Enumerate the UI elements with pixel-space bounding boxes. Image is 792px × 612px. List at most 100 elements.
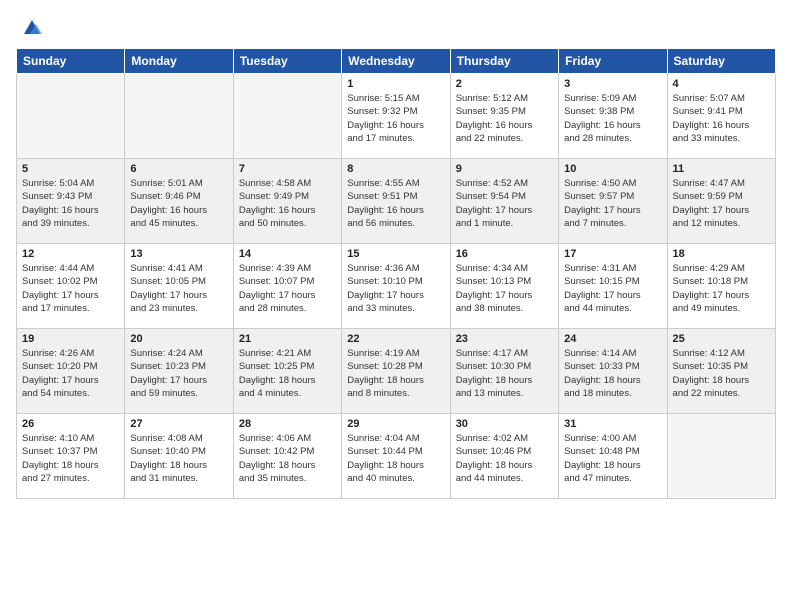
- calendar-cell: [125, 74, 233, 159]
- calendar-cell: 26 Sunrise: 4:10 AM Sunset: 10:37 PM Dayl…: [17, 414, 125, 499]
- day-info: Sunrise: 5:01 AM Sunset: 9:46 PM Dayligh…: [130, 177, 227, 230]
- day-number: 23: [456, 333, 553, 345]
- day-info: Sunrise: 4:17 AM Sunset: 10:30 PM Daylig…: [456, 347, 553, 400]
- day-info: Sunrise: 4:12 AM Sunset: 10:35 PM Daylig…: [673, 347, 770, 400]
- day-info: Sunrise: 4:14 AM Sunset: 10:33 PM Daylig…: [564, 347, 661, 400]
- calendar-cell: 12 Sunrise: 4:44 AM Sunset: 10:02 PM Dayl…: [17, 244, 125, 329]
- day-info: Sunrise: 4:55 AM Sunset: 9:51 PM Dayligh…: [347, 177, 444, 230]
- day-header-thursday: Thursday: [450, 49, 558, 74]
- day-info: Sunrise: 4:24 AM Sunset: 10:23 PM Daylig…: [130, 347, 227, 400]
- calendar-cell: 8 Sunrise: 4:55 AM Sunset: 9:51 PM Daylig…: [342, 159, 450, 244]
- day-number: 28: [239, 418, 336, 430]
- calendar-cell: 18Sunrise: 4:29 AM Sunset: 10:18 PM Dayl…: [667, 244, 775, 329]
- day-number: 24: [564, 333, 661, 345]
- calendar-cell: 21 Sunrise: 4:21 AM Sunset: 10:25 PM Dayl…: [233, 329, 341, 414]
- calendar-cell: 17 Sunrise: 4:31 AM Sunset: 10:15 PM Dayl…: [559, 244, 667, 329]
- day-info: Sunrise: 4:10 AM Sunset: 10:37 PM Daylig…: [22, 432, 119, 485]
- page-header: [16, 16, 776, 40]
- calendar-cell: 11Sunrise: 4:47 AM Sunset: 9:59 PM Dayli…: [667, 159, 775, 244]
- calendar-header-row: SundayMondayTuesdayWednesdayThursdayFrid…: [17, 49, 776, 74]
- day-info: Sunrise: 4:50 AM Sunset: 9:57 PM Dayligh…: [564, 177, 661, 230]
- day-info: Sunrise: 4:02 AM Sunset: 10:46 PM Daylig…: [456, 432, 553, 485]
- day-info: Sunrise: 4:47 AM Sunset: 9:59 PM Dayligh…: [673, 177, 770, 230]
- day-header-wednesday: Wednesday: [342, 49, 450, 74]
- day-header-monday: Monday: [125, 49, 233, 74]
- day-number: 10: [564, 163, 661, 175]
- day-number: 22: [347, 333, 444, 345]
- week-row-1: 1 Sunrise: 5:15 AM Sunset: 9:32 PM Daylig…: [17, 74, 776, 159]
- day-header-sunday: Sunday: [17, 49, 125, 74]
- calendar-cell: 10 Sunrise: 4:50 AM Sunset: 9:57 PM Dayli…: [559, 159, 667, 244]
- calendar-cell: 31 Sunrise: 4:00 AM Sunset: 10:48 PM Dayl…: [559, 414, 667, 499]
- logo: [16, 16, 44, 40]
- calendar-cell: 4Sunrise: 5:07 AM Sunset: 9:41 PM Daylig…: [667, 74, 775, 159]
- day-header-saturday: Saturday: [667, 49, 775, 74]
- day-number: 14: [239, 248, 336, 260]
- day-number: 3: [564, 78, 661, 90]
- calendar-cell: 13 Sunrise: 4:41 AM Sunset: 10:05 PM Dayl…: [125, 244, 233, 329]
- day-header-tuesday: Tuesday: [233, 49, 341, 74]
- calendar-cell: 7Sunrise: 4:58 AM Sunset: 9:49 PM Daylig…: [233, 159, 341, 244]
- day-number: 20: [130, 333, 227, 345]
- calendar-cell: 24 Sunrise: 4:14 AM Sunset: 10:33 PM Dayl…: [559, 329, 667, 414]
- day-number: 17: [564, 248, 661, 260]
- calendar-cell: 3 Sunrise: 5:09 AM Sunset: 9:38 PM Daylig…: [559, 74, 667, 159]
- day-info: Sunrise: 4:52 AM Sunset: 9:54 PM Dayligh…: [456, 177, 553, 230]
- logo-icon: [20, 16, 44, 40]
- day-info: Sunrise: 4:34 AM Sunset: 10:13 PM Daylig…: [456, 262, 553, 315]
- calendar-cell: 27Sunrise: 4:08 AM Sunset: 10:40 PM Dayl…: [125, 414, 233, 499]
- day-info: Sunrise: 4:44 AM Sunset: 10:02 PM Daylig…: [22, 262, 119, 315]
- week-row-5: 26 Sunrise: 4:10 AM Sunset: 10:37 PM Dayl…: [17, 414, 776, 499]
- day-number: 7: [239, 163, 336, 175]
- day-number: 25: [673, 333, 770, 345]
- calendar-cell: 29 Sunrise: 4:04 AM Sunset: 10:44 PM Dayl…: [342, 414, 450, 499]
- day-number: 2: [456, 78, 553, 90]
- day-number: 13: [130, 248, 227, 260]
- day-info: Sunrise: 5:04 AM Sunset: 9:43 PM Dayligh…: [22, 177, 119, 230]
- day-number: 19: [22, 333, 119, 345]
- day-info: Sunrise: 4:21 AM Sunset: 10:25 PM Daylig…: [239, 347, 336, 400]
- day-number: 29: [347, 418, 444, 430]
- calendar-cell: 9 Sunrise: 4:52 AM Sunset: 9:54 PM Daylig…: [450, 159, 558, 244]
- calendar-cell: 28 Sunrise: 4:06 AM Sunset: 10:42 PM Dayl…: [233, 414, 341, 499]
- calendar-cell: 16 Sunrise: 4:34 AM Sunset: 10:13 PM Dayl…: [450, 244, 558, 329]
- calendar-cell: 14Sunrise: 4:39 AM Sunset: 10:07 PM Dayl…: [233, 244, 341, 329]
- day-number: 12: [22, 248, 119, 260]
- day-number: 8: [347, 163, 444, 175]
- calendar-cell: 15 Sunrise: 4:36 AM Sunset: 10:10 PM Dayl…: [342, 244, 450, 329]
- calendar-cell: [233, 74, 341, 159]
- calendar-cell: 22Sunrise: 4:19 AM Sunset: 10:28 PM Dayl…: [342, 329, 450, 414]
- day-number: 21: [239, 333, 336, 345]
- day-info: Sunrise: 4:31 AM Sunset: 10:15 PM Daylig…: [564, 262, 661, 315]
- day-number: 18: [673, 248, 770, 260]
- day-number: 15: [347, 248, 444, 260]
- day-number: 30: [456, 418, 553, 430]
- calendar-cell: 19 Sunrise: 4:26 AM Sunset: 10:20 PM Dayl…: [17, 329, 125, 414]
- day-info: Sunrise: 4:41 AM Sunset: 10:05 PM Daylig…: [130, 262, 227, 315]
- day-info: Sunrise: 5:07 AM Sunset: 9:41 PM Dayligh…: [673, 92, 770, 145]
- calendar-cell: 20 Sunrise: 4:24 AM Sunset: 10:23 PM Dayl…: [125, 329, 233, 414]
- day-info: Sunrise: 4:06 AM Sunset: 10:42 PM Daylig…: [239, 432, 336, 485]
- calendar-cell: [667, 414, 775, 499]
- calendar-cell: 23 Sunrise: 4:17 AM Sunset: 10:30 PM Dayl…: [450, 329, 558, 414]
- calendar-cell: 6Sunrise: 5:01 AM Sunset: 9:46 PM Daylig…: [125, 159, 233, 244]
- day-number: 26: [22, 418, 119, 430]
- day-info: Sunrise: 4:26 AM Sunset: 10:20 PM Daylig…: [22, 347, 119, 400]
- day-info: Sunrise: 4:00 AM Sunset: 10:48 PM Daylig…: [564, 432, 661, 485]
- day-info: Sunrise: 5:12 AM Sunset: 9:35 PM Dayligh…: [456, 92, 553, 145]
- day-header-friday: Friday: [559, 49, 667, 74]
- calendar: SundayMondayTuesdayWednesdayThursdayFrid…: [16, 48, 776, 499]
- day-number: 16: [456, 248, 553, 260]
- day-number: 1: [347, 78, 444, 90]
- day-info: Sunrise: 4:36 AM Sunset: 10:10 PM Daylig…: [347, 262, 444, 315]
- day-info: Sunrise: 5:09 AM Sunset: 9:38 PM Dayligh…: [564, 92, 661, 145]
- day-info: Sunrise: 4:04 AM Sunset: 10:44 PM Daylig…: [347, 432, 444, 485]
- week-row-4: 19 Sunrise: 4:26 AM Sunset: 10:20 PM Dayl…: [17, 329, 776, 414]
- calendar-cell: 5Sunrise: 5:04 AM Sunset: 9:43 PM Daylig…: [17, 159, 125, 244]
- day-number: 31: [564, 418, 661, 430]
- day-number: 9: [456, 163, 553, 175]
- day-info: Sunrise: 4:08 AM Sunset: 10:40 PM Daylig…: [130, 432, 227, 485]
- calendar-cell: 2 Sunrise: 5:12 AM Sunset: 9:35 PM Daylig…: [450, 74, 558, 159]
- day-info: Sunrise: 5:15 AM Sunset: 9:32 PM Dayligh…: [347, 92, 444, 145]
- week-row-2: 5Sunrise: 5:04 AM Sunset: 9:43 PM Daylig…: [17, 159, 776, 244]
